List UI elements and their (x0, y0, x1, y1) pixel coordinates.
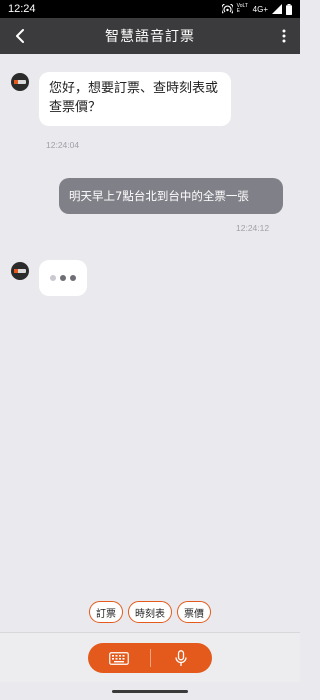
home-indicator[interactable] (112, 690, 188, 693)
keyboard-button[interactable] (88, 643, 150, 673)
back-button[interactable] (10, 26, 30, 46)
keyboard-icon (108, 651, 129, 665)
microphone-button[interactable] (150, 643, 212, 673)
more-vertical-icon (282, 29, 286, 43)
typing-indicator (39, 260, 87, 296)
status-time: 12:24 (8, 3, 36, 15)
typing-dot (60, 275, 66, 281)
typing-indicator-bubble (39, 260, 87, 296)
input-bar (0, 632, 300, 682)
quick-reply-booking[interactable]: 訂票 (89, 601, 123, 623)
chevron-left-icon (16, 29, 24, 43)
bot-avatar (11, 73, 29, 91)
typing-dot (50, 275, 56, 281)
more-options-button[interactable] (278, 26, 290, 46)
bot-avatar (11, 262, 29, 280)
battery-icon (286, 3, 292, 15)
user-message-text: 明天早上7點台北到台中的全票一張 (69, 189, 249, 203)
page-title: 智慧語音訂票 (105, 29, 195, 45)
bot-message-bubble: 您好，想要訂票、查時刻表或查票價？ (39, 72, 231, 126)
status-icons: VoLTE 4G+ (221, 3, 292, 15)
bot-message-time: 12:24:04 (46, 140, 80, 150)
status-bar: 12:24 VoLTE 4G+ (0, 0, 300, 18)
typing-dot (70, 275, 76, 281)
microphone-icon (175, 649, 187, 666)
network-indicator: 4G+ (252, 4, 268, 14)
bot-message-text: 您好，想要訂票、查時刻表或查票價？ (49, 81, 219, 115)
hotspot-icon (221, 4, 233, 14)
quick-reply-fare[interactable]: 票價 (177, 601, 211, 623)
input-mode-switch (88, 643, 212, 673)
signal-icon (272, 4, 282, 14)
user-message-time: 12:24:12 (236, 223, 270, 233)
bot-logo-icon (14, 80, 26, 84)
quick-reply-timetable[interactable]: 時刻表 (128, 601, 172, 623)
volte-indicator: VoLTE (236, 3, 248, 14)
user-message-bubble: 明天早上7點台北到台中的全票一張 (59, 178, 283, 214)
bot-logo-icon (14, 269, 26, 273)
app-bar: 智慧語音訂票 (0, 18, 300, 54)
quick-replies: 訂票 時刻表 票價 (0, 601, 300, 625)
